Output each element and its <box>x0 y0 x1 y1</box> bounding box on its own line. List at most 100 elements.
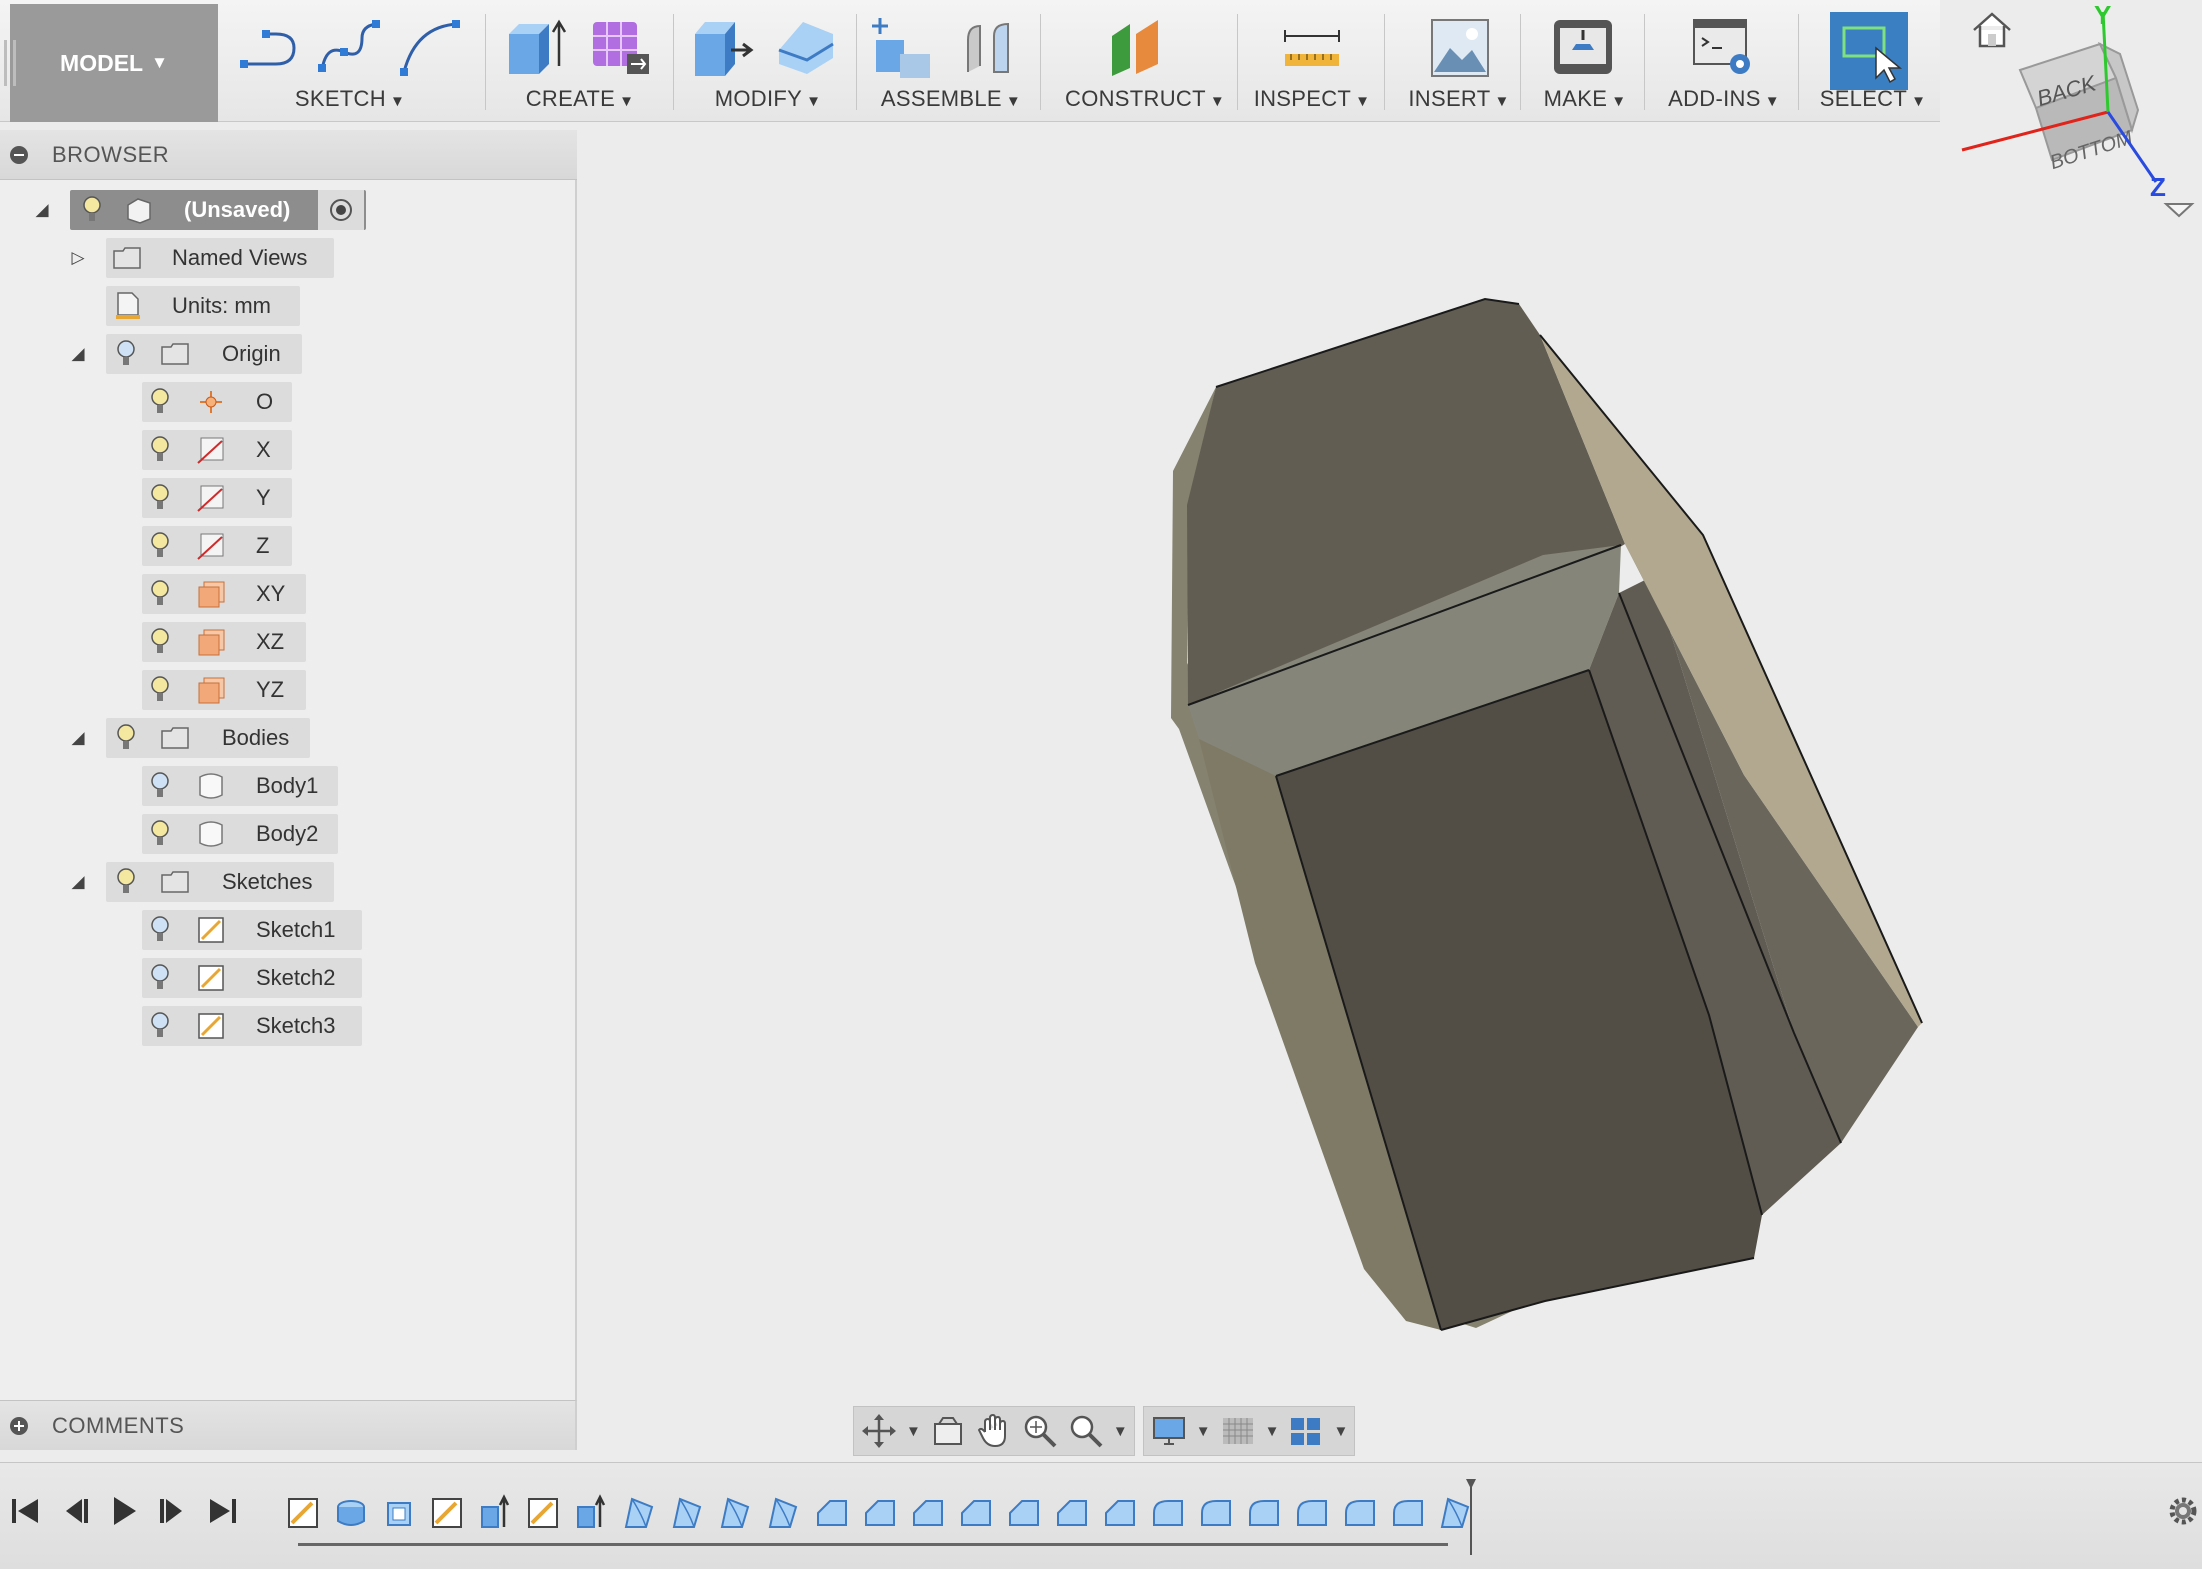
timeline-feature-press-pull-icon[interactable] <box>572 1493 610 1533</box>
go-to-start-icon[interactable] <box>6 1491 46 1531</box>
step-forward-icon[interactable] <box>152 1491 192 1531</box>
tree-node-xy-plane[interactable]: XY <box>142 574 306 614</box>
new-component-icon[interactable] <box>870 14 936 80</box>
modify-group[interactable]: MODIFY ▼ <box>683 0 853 122</box>
sketch-group[interactable]: SKETCH ▼ <box>230 0 470 122</box>
visibility-bulb-icon[interactable] <box>150 579 170 609</box>
expand-toggle-bodies[interactable]: ◢ <box>68 728 88 748</box>
go-to-end-icon[interactable] <box>202 1491 242 1531</box>
insert-group[interactable]: INSERT ▼ <box>1394 0 1524 122</box>
expand-toggle-sketches[interactable]: ◢ <box>68 872 88 892</box>
visibility-bulb-icon[interactable] <box>116 339 136 369</box>
timeline-feature-chamfer-icon[interactable] <box>1052 1493 1090 1533</box>
tree-node-body1[interactable]: Body1 <box>142 766 338 806</box>
construct-menu[interactable]: CONSTRUCT ▼ <box>1050 86 1240 112</box>
timeline-feature-press-pull-icon[interactable] <box>476 1493 514 1533</box>
visibility-bulb-icon[interactable] <box>150 387 170 417</box>
viewports-icon[interactable] <box>1287 1412 1325 1450</box>
timeline-feature-sketch-icon[interactable] <box>284 1493 322 1533</box>
visibility-bulb-icon[interactable] <box>116 723 136 753</box>
comments-panel-header[interactable]: COMMENTS <box>0 1400 577 1450</box>
line-tool-icon[interactable] <box>236 14 302 80</box>
make-menu[interactable]: MAKE ▼ <box>1530 86 1640 112</box>
make-group[interactable]: MAKE ▼ <box>1530 0 1640 122</box>
tree-node-bodies[interactable]: Bodies <box>106 718 310 758</box>
timeline-feature-chamfer-icon[interactable] <box>908 1493 946 1533</box>
timeline-feature-extrude-icon[interactable] <box>332 1493 370 1533</box>
look-at-icon[interactable] <box>929 1412 967 1450</box>
zoom-window-icon[interactable] <box>1067 1412 1105 1450</box>
select-tool-button[interactable] <box>1830 12 1908 90</box>
expand-panel-icon[interactable] <box>10 1416 28 1435</box>
tree-node-z-axis[interactable]: Z <box>142 526 292 566</box>
timeline-feature-sketch-icon[interactable] <box>524 1493 562 1533</box>
visibility-bulb-icon[interactable] <box>150 771 170 801</box>
step-back-icon[interactable] <box>56 1491 96 1531</box>
insert-menu[interactable]: INSERT ▼ <box>1394 86 1524 112</box>
viewcube-menu-icon[interactable] <box>2163 203 2195 218</box>
canvas-viewport[interactable] <box>579 123 2202 1456</box>
model-body-render[interactable] <box>579 123 2202 1456</box>
workspace-switcher[interactable]: MODEL ▼ <box>4 4 218 122</box>
timeline-feature-fillet-round-icon[interactable] <box>1388 1493 1426 1533</box>
tree-node-sketch3[interactable]: Sketch3 <box>142 1006 362 1046</box>
orbit-icon[interactable] <box>860 1412 898 1450</box>
zoom-icon[interactable] <box>1021 1412 1059 1450</box>
orbit-dropdown[interactable]: ▼ <box>906 1423 921 1440</box>
press-pull-icon[interactable] <box>689 14 755 80</box>
construct-group[interactable]: CONSTRUCT ▼ <box>1050 0 1240 122</box>
timeline-feature-sketch-icon[interactable] <box>428 1493 466 1533</box>
visibility-bulb-icon[interactable] <box>150 483 170 513</box>
pan-icon[interactable] <box>975 1412 1013 1450</box>
assemble-group[interactable]: ASSEMBLE ▼ <box>866 0 1036 122</box>
timeline-feature-fillet-round-icon[interactable] <box>1196 1493 1234 1533</box>
zoom-dropdown[interactable]: ▼ <box>1113 1423 1128 1440</box>
display-settings-dropdown[interactable]: ▼ <box>1196 1423 1211 1440</box>
scripts-icon[interactable] <box>1690 14 1756 80</box>
visibility-bulb-icon[interactable] <box>82 195 102 225</box>
add-ins-menu[interactable]: ADD-INS ▼ <box>1654 86 1794 112</box>
tree-node-origin-point[interactable]: O <box>142 382 292 422</box>
tree-node-named-views[interactable]: Named Views <box>106 238 334 278</box>
timeline-feature-chamfer-icon[interactable] <box>860 1493 898 1533</box>
tree-node-sketch2[interactable]: Sketch2 <box>142 958 362 998</box>
timeline-feature-chamfer-icon[interactable] <box>812 1493 850 1533</box>
timeline-feature-chamfer-icon[interactable] <box>1004 1493 1042 1533</box>
create-group[interactable]: CREATE ▼ <box>495 0 665 122</box>
visibility-bulb-icon[interactable] <box>150 1011 170 1041</box>
assemble-menu[interactable]: ASSEMBLE ▼ <box>866 86 1036 112</box>
timeline-marker[interactable] <box>1466 1479 1476 1555</box>
select-group[interactable]: SELECT ▼ <box>1808 0 1938 122</box>
form-icon[interactable] <box>587 14 653 80</box>
visibility-bulb-icon[interactable] <box>150 675 170 705</box>
timeline-feature-fillet-icon[interactable] <box>764 1493 802 1533</box>
create-menu[interactable]: CREATE ▼ <box>495 86 665 112</box>
insert-image-icon[interactable] <box>1426 14 1492 80</box>
timeline-feature-fillet-icon[interactable] <box>620 1493 658 1533</box>
inspect-group[interactable]: INSPECT ▼ <box>1247 0 1377 122</box>
3d-print-icon[interactable] <box>1550 14 1616 80</box>
visibility-bulb-icon[interactable] <box>150 627 170 657</box>
timeline-feature-fillet-icon[interactable] <box>668 1493 706 1533</box>
visibility-bulb-icon[interactable] <box>150 819 170 849</box>
timeline-feature-fillet-round-icon[interactable] <box>1340 1493 1378 1533</box>
timeline-settings-gear-icon[interactable] <box>2164 1491 2202 1531</box>
timeline-feature-fillet-round-icon[interactable] <box>1292 1493 1330 1533</box>
tree-node-y-axis[interactable]: Y <box>142 478 292 518</box>
fillet-icon[interactable] <box>773 14 839 80</box>
grid-dropdown[interactable]: ▼ <box>1265 1423 1280 1440</box>
spline-tool-icon[interactable] <box>316 14 382 80</box>
play-icon[interactable] <box>104 1491 144 1531</box>
browser-header[interactable]: BROWSER <box>0 130 577 180</box>
timeline-feature-chamfer-icon[interactable] <box>1100 1493 1138 1533</box>
expand-toggle-root[interactable]: ◢ <box>32 200 52 220</box>
offset-plane-icon[interactable] <box>1104 14 1170 80</box>
grid-icon[interactable] <box>1219 1412 1257 1450</box>
tree-node-yz-plane[interactable]: YZ <box>142 670 306 710</box>
display-settings-icon[interactable] <box>1150 1412 1188 1450</box>
visibility-bulb-icon[interactable] <box>150 435 170 465</box>
arc-tool-icon[interactable] <box>396 14 462 80</box>
collapse-panel-icon[interactable] <box>10 145 28 164</box>
visibility-bulb-icon[interactable] <box>116 867 136 897</box>
tree-node-xz-plane[interactable]: XZ <box>142 622 306 662</box>
